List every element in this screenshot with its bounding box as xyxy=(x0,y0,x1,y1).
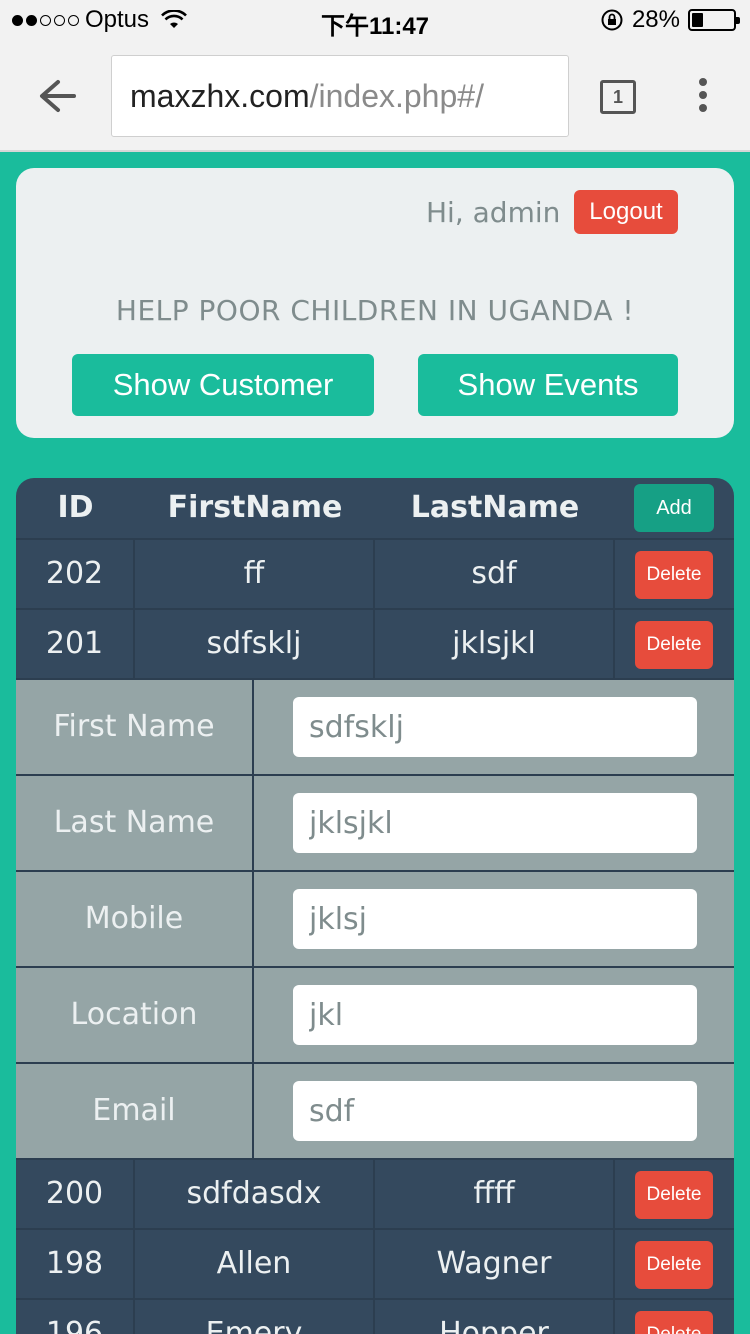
logout-button[interactable]: Logout xyxy=(574,190,678,234)
edit-last-name-row: Last Name xyxy=(16,774,734,870)
back-arrow-icon[interactable] xyxy=(32,76,80,116)
table-header: ID FirstName LastName Add xyxy=(16,478,734,538)
address-bar[interactable]: maxzhx.com/index.php#/ xyxy=(111,55,569,137)
tab-switcher-button[interactable]: 1 xyxy=(600,80,636,114)
cell-firstname: ff xyxy=(135,540,375,608)
cell-id: 198 xyxy=(16,1230,135,1298)
last-name-label: Last Name xyxy=(16,776,254,870)
table-row[interactable]: 200 sdfdasdx ffff Delete xyxy=(16,1158,734,1228)
first-name-label: First Name xyxy=(16,680,254,774)
cell-id: 196 xyxy=(16,1300,135,1334)
cell-firstname: Emery xyxy=(135,1300,375,1334)
delete-button[interactable]: Delete xyxy=(635,1171,713,1219)
cell-id: 202 xyxy=(16,540,135,608)
cell-firstname: Allen xyxy=(135,1230,375,1298)
edit-mobile-row: Mobile xyxy=(16,870,734,966)
show-customer-button[interactable]: Show Customer xyxy=(72,354,374,416)
cell-id: 201 xyxy=(16,610,135,678)
header-card: Hi, admin Logout HELP POOR CHILDREN IN U… xyxy=(16,168,734,438)
email-input[interactable] xyxy=(293,1081,697,1141)
url-host: maxzhx.com xyxy=(130,78,310,114)
cell-lastname: ffff xyxy=(375,1160,615,1228)
delete-button[interactable]: Delete xyxy=(635,1311,713,1334)
url-path: /index.php#/ xyxy=(309,78,484,114)
overflow-menu-icon[interactable] xyxy=(694,78,712,118)
cell-firstname: sdfdasdx xyxy=(135,1160,375,1228)
battery-icon xyxy=(688,9,740,31)
email-label: Email xyxy=(16,1064,254,1158)
cell-lastname: jklsjkl xyxy=(375,610,615,678)
first-name-input[interactable] xyxy=(293,697,697,757)
delete-button[interactable]: Delete xyxy=(635,1241,713,1289)
column-header-id: ID xyxy=(57,490,94,525)
edit-email-row: Email xyxy=(16,1062,734,1158)
user-greeting: Hi, admin xyxy=(426,196,561,229)
last-name-input[interactable] xyxy=(293,793,697,853)
show-events-button[interactable]: Show Events xyxy=(418,354,678,416)
table-row[interactable]: 198 Allen Wagner Delete xyxy=(16,1228,734,1298)
mobile-label: Mobile xyxy=(16,872,254,966)
mobile-input[interactable] xyxy=(293,889,697,949)
cell-lastname: sdf xyxy=(375,540,615,608)
cell-lastname: Hopper xyxy=(375,1300,615,1334)
cell-id: 200 xyxy=(16,1160,135,1228)
status-bar: Optus 下午11:47 28% xyxy=(0,0,750,40)
battery-percent: 28% xyxy=(631,6,680,33)
edit-location-row: Location xyxy=(16,966,734,1062)
delete-button[interactable]: Delete xyxy=(635,621,713,669)
column-header-lastname: LastName xyxy=(410,490,580,525)
browser-toolbar: maxzhx.com/index.php#/ 1 xyxy=(0,40,750,152)
location-input[interactable] xyxy=(293,985,697,1045)
cell-firstname: sdfsklj xyxy=(135,610,375,678)
table-row[interactable]: 201 sdfsklj jklsjkl Delete xyxy=(16,608,734,678)
rotation-lock-icon xyxy=(601,9,623,31)
customer-table: ID FirstName LastName Add 202 ff sdf Del… xyxy=(16,478,734,1334)
table-row[interactable]: 202 ff sdf Delete xyxy=(16,538,734,608)
cell-lastname: Wagner xyxy=(375,1230,615,1298)
delete-button[interactable]: Delete xyxy=(635,551,713,599)
edit-first-name-row: First Name xyxy=(16,678,734,774)
location-label: Location xyxy=(16,968,254,1062)
column-header-firstname: FirstName xyxy=(167,490,343,525)
table-row[interactable]: 196 Emery Hopper Delete xyxy=(16,1298,734,1334)
tagline: HELP POOR CHILDREN IN UGANDA ! xyxy=(115,294,635,327)
add-button[interactable]: Add xyxy=(634,484,714,532)
